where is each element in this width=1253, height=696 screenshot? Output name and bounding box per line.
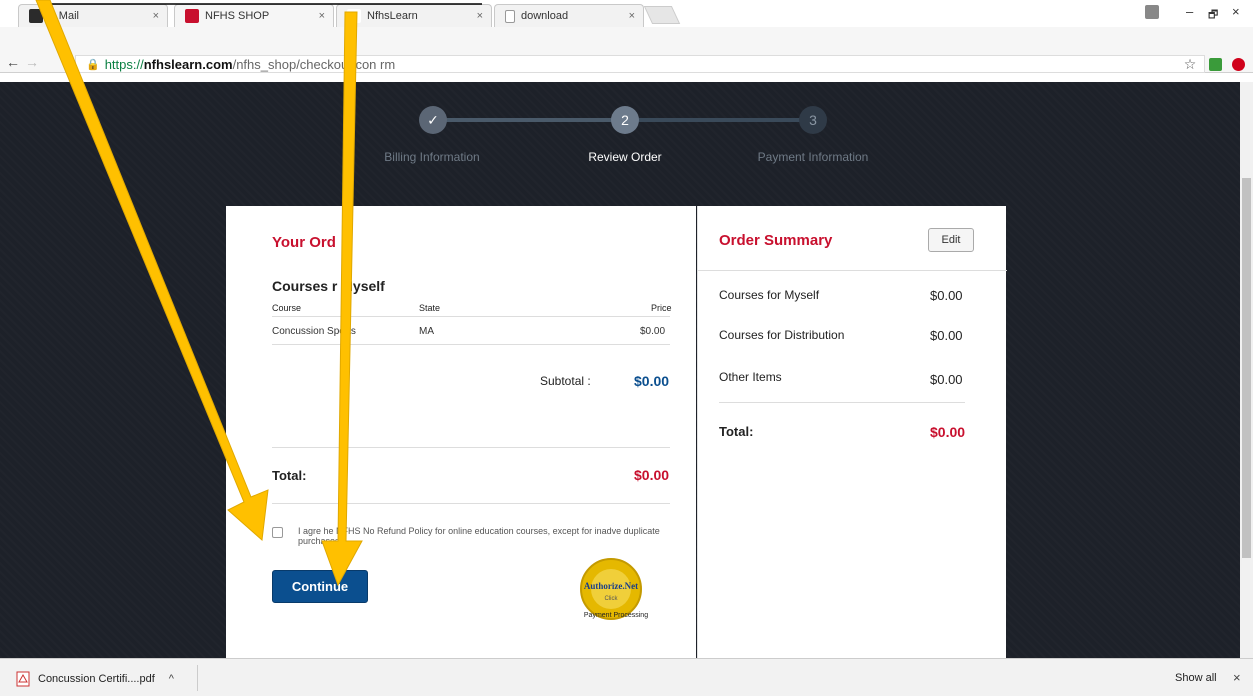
courses-section-title: Courses r Myself <box>272 278 385 294</box>
subtotal-value: $0.00 <box>634 373 670 389</box>
summary-total-value: $0.00 <box>930 424 966 440</box>
divider <box>272 344 670 345</box>
url-path: /nfhs_shop/checkout/con rm <box>232 56 396 72</box>
refund-policy-checkbox[interactable] <box>272 527 283 538</box>
divider <box>698 270 1007 271</box>
order-total-label: Total: <box>272 468 307 483</box>
download-item[interactable]: Concussion Certifi....pdf ^ <box>16 668 174 690</box>
edit-button[interactable]: Edit <box>928 228 974 252</box>
tab-title: NFHS SHOP <box>205 10 270 22</box>
course-state-cell: MA <box>419 326 434 337</box>
tab-close-icon[interactable]: × <box>629 10 635 22</box>
tab-close-icon[interactable]: × <box>319 10 325 22</box>
column-header-price: Price <box>651 303 672 313</box>
pdf-icon <box>16 671 30 687</box>
address-bar[interactable]: 🔒 https:// nfhslearn.com /nfhs_shop/chec… <box>75 55 1205 73</box>
download-file-label: Concussion Certifi....pdf <box>38 673 155 685</box>
summary-row-value: $0.00 <box>930 372 963 387</box>
mail-icon <box>29 9 43 23</box>
scrollbar-thumb[interactable] <box>1242 178 1251 558</box>
column-header-state: State <box>419 303 441 313</box>
star-icon[interactable]: ☆ <box>1182 56 1198 72</box>
divider <box>272 447 670 448</box>
lock-icon: 🔒 <box>86 58 100 71</box>
divider <box>197 665 198 691</box>
summary-row-value: $0.00 <box>930 288 963 303</box>
summary-row-value: $0.00 <box>930 328 963 343</box>
tab-close-icon[interactable]: × <box>477 10 483 22</box>
your-order-heading: Your Ord <box>272 234 336 251</box>
summary-row-label: Courses for Myself <box>719 288 820 302</box>
tab-strip: A Mail × NFHS SHOP × NfhsLearn × downloa… <box>0 0 1253 27</box>
tab-download[interactable]: download × <box>494 4 644 27</box>
summary-row-label: Courses for Distribution <box>719 328 845 342</box>
order-total-value: $0.00 <box>634 467 670 483</box>
continue-button[interactable]: Continue <box>272 570 368 603</box>
order-summary-heading: Order Summary <box>719 232 833 249</box>
step-label-review: Review Order <box>588 150 662 164</box>
document-icon <box>505 9 515 23</box>
url-host: nfhslearn.com <box>143 56 233 72</box>
summary-row-label: Other Items <box>719 370 782 384</box>
step-label-payment: Payment Information <box>757 150 869 164</box>
divider <box>272 503 670 504</box>
extension-icon[interactable] <box>1207 56 1223 72</box>
back-icon[interactable]: ← <box>6 54 20 70</box>
profile-icon[interactable] <box>1145 5 1159 19</box>
step-1-check-icon: ✓ <box>419 106 447 134</box>
tab-close-icon[interactable]: × <box>153 10 159 22</box>
tab-mail[interactable]: A Mail × <box>18 4 168 27</box>
divider <box>719 402 965 403</box>
subtotal-label: Subtotal : <box>540 374 591 388</box>
opera-icon[interactable] <box>1230 56 1246 72</box>
seal-brand-text: Authorize.Net <box>584 581 638 591</box>
forward-icon[interactable]: → <box>25 54 39 70</box>
step-connector <box>446 118 612 122</box>
summary-total-label: Total: <box>719 424 754 439</box>
tab-title: download <box>521 10 569 22</box>
new-tab-button[interactable] <box>643 6 681 24</box>
nfhs-shield-icon <box>185 9 199 23</box>
your-order-card: Your Ord Courses r Myself Course State P… <box>226 206 696 658</box>
show-all-link[interactable]: Show all <box>1175 672 1217 684</box>
tab-title: A Mail <box>49 10 79 22</box>
download-bar: Concussion Certifi....pdf ^ Show all × <box>0 658 1253 696</box>
minimize-button[interactable]: – <box>1186 4 1193 19</box>
step-2-number: 2 <box>611 106 639 134</box>
tab-nfhslearn[interactable]: NfhsLearn × <box>336 4 492 27</box>
seal-click-text: Click <box>605 596 619 602</box>
checkout-page: ✓ 2 3 Billing Information Review Order P… <box>0 82 1240 658</box>
close-download-bar-icon[interactable]: × <box>1233 670 1241 685</box>
course-price-cell: $0.00 <box>640 326 666 337</box>
tab-nfhs-shop[interactable]: NFHS SHOP × <box>174 4 334 27</box>
divider <box>272 316 670 317</box>
refund-policy-text: I agre he NFHS No Refund Policy for onli… <box>298 526 660 546</box>
url-scheme: https:// <box>104 56 144 72</box>
step-3-number: 3 <box>799 106 827 134</box>
page-scrollbar[interactable] <box>1240 82 1253 658</box>
tab-title: NfhsLearn <box>367 10 418 22</box>
page-icon <box>347 9 361 23</box>
restore-button[interactable]: 🗗 <box>1208 6 1218 25</box>
column-header-course: Course <box>272 303 302 313</box>
step-label-billing: Billing Information <box>384 150 480 164</box>
payment-processing-caption: Payment Processing <box>583 612 649 619</box>
step-connector <box>638 118 800 122</box>
close-window-button[interactable]: × <box>1232 4 1240 19</box>
chevron-up-icon[interactable]: ^ <box>169 673 174 685</box>
order-summary-card: Order Summary Edit Courses for Myself $0… <box>697 206 1007 658</box>
course-name-cell: Concussion Sports <box>272 326 356 337</box>
